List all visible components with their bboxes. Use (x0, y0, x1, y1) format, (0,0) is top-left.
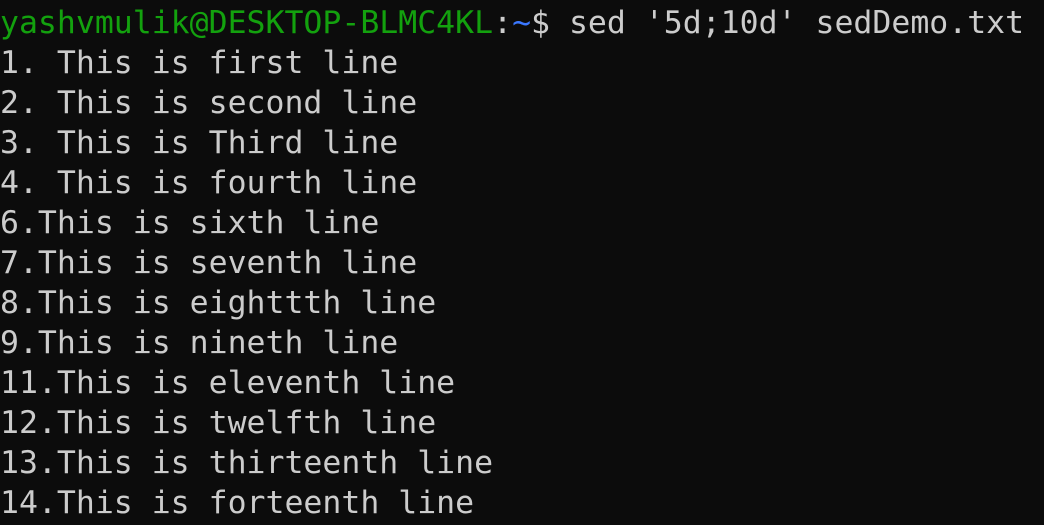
output-line: 8.This is eighttth line (0, 285, 437, 321)
output-line: 13.This is thirteenth line (0, 445, 494, 481)
prompt-line: yashvmulik@DESKTOP-BLMC4KL:~$ sed '5d;10… (0, 3, 1024, 43)
output-line: 6.This is sixth line (0, 205, 380, 241)
prompt-separator: : (493, 5, 513, 41)
output-line: 11.This is eleventh line (0, 365, 456, 401)
output-line: 12.This is twelfth line (0, 405, 437, 441)
output-line: 4. This is fourth line (0, 165, 418, 201)
prompt-symbol: $ (531, 5, 550, 41)
output-line: 2. This is second line (0, 85, 418, 121)
output-line: 9.This is nineth line (0, 325, 399, 361)
output-line: 3. This is Third line (0, 125, 399, 161)
output-line: 1. This is first line (0, 45, 399, 81)
output-line: 14.This is forteenth line (0, 485, 475, 521)
terminal-window[interactable]: ▔▔▔▔▔▔▔ yashvmulik@DESKTOP-BLMC4KL:~$ se… (0, 0, 1044, 525)
prompt-user-host: yashvmulik@DESKTOP-BLMC4KL (0, 5, 494, 41)
command-text: sed '5d;10d' sedDemo.txt (550, 5, 1025, 41)
prompt-path: ~ (512, 5, 532, 41)
output-line: 7.This is seventh line (0, 245, 418, 281)
